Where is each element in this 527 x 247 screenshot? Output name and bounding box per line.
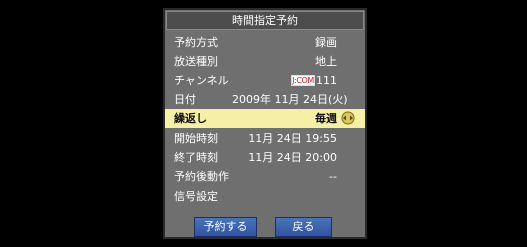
field-value: 毎週 xyxy=(315,112,337,125)
field-label: 繰返し xyxy=(174,112,207,125)
field-channel[interactable]: チャンネル J:COM 111 xyxy=(165,72,365,89)
field-date[interactable]: 日付 2009年 11月 24日(火) xyxy=(165,91,365,108)
field-label: 開始時刻 xyxy=(174,132,218,145)
field-value: 地上 xyxy=(315,55,337,68)
channel-number: 111 xyxy=(316,74,337,87)
field-label: 予約方式 xyxy=(174,36,218,49)
field-value: 11月 24日 20:00 xyxy=(248,151,337,164)
field-label: 予約後動作 xyxy=(174,170,229,183)
field-end-time[interactable]: 終了時刻 11月 24日 20:00 xyxy=(165,149,365,166)
field-label: 信号設定 xyxy=(174,190,218,203)
field-post-action[interactable]: 予約後動作 -- xyxy=(165,168,365,185)
field-label: 終了時刻 xyxy=(174,151,218,164)
field-label: 放送種別 xyxy=(174,55,218,68)
field-start-time[interactable]: 開始時刻 11月 24日 19:55 xyxy=(165,130,365,147)
field-value: 録画 xyxy=(315,36,337,49)
reserve-button[interactable]: 予約する xyxy=(194,217,257,237)
left-right-spinner-icon[interactable] xyxy=(341,111,355,125)
dialog-buttons: 予約する 戻る xyxy=(165,217,365,237)
back-button[interactable]: 戻る xyxy=(275,217,332,237)
field-label: チャンネル xyxy=(174,74,229,87)
field-label: 日付 xyxy=(174,93,196,106)
jcom-logo: J:COM xyxy=(291,75,315,86)
field-value: 11月 24日 19:55 xyxy=(248,132,337,145)
field-reservation-mode[interactable]: 予約方式 録画 xyxy=(165,34,365,51)
dialog-title: 時間指定予約 xyxy=(166,11,364,30)
field-signal-settings[interactable]: 信号設定 xyxy=(165,188,365,205)
tv-screen: 時間指定予約 予約方式 録画 放送種別 地上 チャンネル J:COM 111 日… xyxy=(0,0,527,247)
timer-reservation-dialog: 時間指定予約 予約方式 録画 放送種別 地上 チャンネル J:COM 111 日… xyxy=(163,8,367,239)
field-value: -- xyxy=(329,170,337,183)
field-broadcast-type[interactable]: 放送種別 地上 xyxy=(165,53,365,70)
field-repeat-selected[interactable]: 繰返し 毎週 xyxy=(165,109,365,128)
field-value: 2009年 11月 24日(火) xyxy=(232,93,348,106)
